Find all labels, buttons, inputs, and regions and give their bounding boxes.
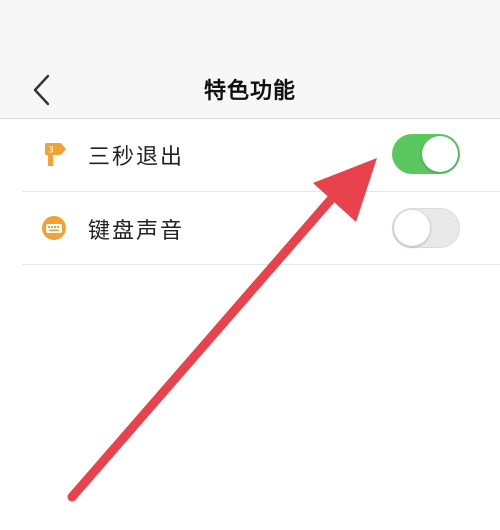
setting-label: 键盘声音: [88, 219, 185, 244]
page-title: 特色功能: [203, 79, 296, 104]
row-divider: [22, 264, 500, 265]
setting-label: 三秒退出: [88, 145, 185, 170]
svg-text:3: 3: [48, 146, 54, 156]
navigation-bar: 特色功能: [0, 0, 500, 119]
toggle-knob: [422, 136, 458, 172]
setting-row-three-second-exit: 3 三秒退出: [0, 118, 500, 192]
feature-settings-screen: 特色功能 3 三秒退出 键盘声音: [0, 0, 500, 530]
keyboard-icon: [42, 216, 66, 240]
keyboard-sound-toggle[interactable]: [392, 208, 460, 248]
setting-row-keyboard-sound: 键盘声音: [0, 192, 500, 266]
toggle-knob: [394, 210, 430, 246]
signpost-icon: 3: [45, 143, 66, 166]
three-second-exit-toggle[interactable]: [392, 134, 460, 174]
